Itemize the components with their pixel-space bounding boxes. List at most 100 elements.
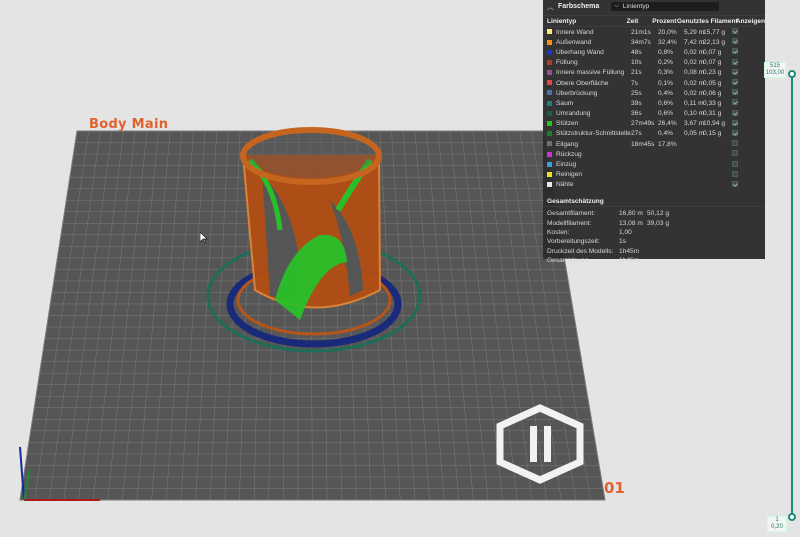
weight-cell: 0,23 g [703,69,722,77]
summary-value: 16,80 m [619,210,643,218]
summary-row: Modellfilament: 13,08 m 39,03 g [543,218,765,227]
checkbox-icon[interactable] [732,89,738,96]
checkbox-icon[interactable] [732,99,738,106]
table-row: Überbrückung 25s 0,4% 0,02 m 0,06 g [543,88,765,98]
table-row: Außenwand 34m7s 32,4% 7,42 m 22,13 g [543,37,765,47]
summary-label: Vorbereitungszeit: [547,238,600,246]
line-type-cell: Innere massive Füllung [543,69,631,76]
weight-cell: 0,07 g [703,59,722,67]
summary-value: 1h45m [619,257,640,265]
color-scheme-select[interactable]: ⌵ Linientyp [611,2,720,11]
layer-slider-top-handle[interactable] [788,70,796,78]
display-toggle[interactable] [725,68,745,77]
checkbox-icon[interactable] [732,119,738,126]
percent-cell: 20,0% [658,28,677,36]
percent-cell: 0,6% [658,110,674,118]
display-toggle[interactable] [725,129,745,138]
checkbox-icon[interactable] [732,79,738,86]
percent-cell: 0,8% [658,48,674,56]
checkbox-icon[interactable] [732,150,738,157]
checkbox-icon[interactable] [732,68,738,75]
layer-slider-track[interactable] [791,74,793,520]
weight-cell: 0,07 g [703,48,722,56]
summary-label: Modellfilament: [547,219,592,227]
line-type-name: Überbrückung [556,89,598,97]
checkbox-icon[interactable] [732,38,738,45]
header-display: Anzeigen [735,17,765,25]
checkbox-icon[interactable] [732,58,738,65]
collapse-chevron-icon[interactable]: ︿ [547,2,554,12]
table-row: Nähte [543,180,765,190]
color-swatch [547,182,552,188]
display-toggle[interactable] [725,28,745,36]
selected-scheme: Linientyp [622,3,650,10]
model-body [240,127,382,320]
weight-cell: 10,94 g [703,120,725,128]
checkbox-icon[interactable] [732,140,738,147]
display-toggle[interactable] [725,79,745,87]
display-toggle[interactable] [725,140,745,148]
table-row: Stützstruktur-Schnittstelle 27s 0,4% 0,05 m… [543,129,765,139]
panel-title: Farbschema [558,3,600,10]
display-toggle[interactable] [725,109,745,118]
summary-row: Gesamtdauer: 1h45m [543,256,765,265]
checkbox-icon[interactable] [732,109,738,116]
display-toggle[interactable] [725,38,745,46]
weight-cell: 0,31 g [703,110,722,118]
line-type-name: Rückzug [556,150,582,158]
weight-cell: 0,15 g [703,130,722,138]
display-toggle[interactable] [725,150,745,158]
plate-number: 01 [604,479,625,497]
length-cell: 7,42 m [684,38,705,46]
time-cell: 36s [631,110,642,118]
display-toggle[interactable] [725,160,745,169]
line-type-name: Nähte [556,181,574,189]
color-swatch [547,110,552,116]
display-toggle[interactable] [725,48,745,56]
display-toggle[interactable] [725,58,745,67]
header-used-filament: Genutztes Filament [676,17,738,25]
checkbox-icon[interactable] [732,129,738,136]
display-toggle[interactable] [725,89,745,97]
length-cell: 0,02 m [684,48,705,56]
display-toggle[interactable] [725,119,745,128]
color-swatch [547,151,552,157]
display-toggle[interactable] [725,170,745,179]
color-swatch [547,161,552,167]
length-cell: 0,11 m [684,99,704,107]
weight-cell: 0,05 g [703,79,722,87]
summary-label: Gesamtfilament: [547,210,596,218]
summary-row: Druckzeit des Modells: 1h45m [543,247,765,256]
length-cell: 3,67 m [684,120,705,128]
summary-value: 1,00 [619,228,632,236]
checkbox-icon[interactable] [732,28,738,35]
checkbox-icon[interactable] [732,170,738,177]
time-cell: 39s [631,99,642,107]
checkbox-icon[interactable] [732,48,738,55]
header-line-type: Linientyp [547,17,577,25]
table-row: Einzug [543,159,765,169]
line-type-cell: Umrandung [543,110,631,117]
time-cell: 27m49s [631,120,655,128]
line-type-cell: Nähte [543,181,631,188]
summary-list: Gesamtfilament: 16,80 m 50,12 g Modellfilam… [543,207,765,265]
length-cell: 0,10 m [684,110,705,118]
weight-cell: 0,33 g [703,99,722,107]
layer-slider-bottom-handle[interactable] [788,513,796,521]
percent-cell: 0,6% [658,99,674,107]
length-cell: 0,05 m [684,130,705,138]
color-swatch [547,59,552,65]
mouse-cursor-icon [200,232,208,244]
summary-value-secondary: 50,12 g [647,210,669,218]
display-toggle[interactable] [725,180,745,189]
display-toggle[interactable] [725,99,745,107]
color-swatch [547,100,552,106]
top-layer-number: 515 [769,63,780,69]
line-type-table: Innere Wand 21m1s 20,0% 5,29 m 15,77 g Außenw… [543,27,765,190]
checkbox-icon[interactable] [732,160,738,167]
table-row: Eilgang 18m45s 17,8% [543,139,765,149]
time-cell: 18m45s [631,140,655,148]
time-cell: 48s [631,48,642,56]
summary-row: Kosten: 1,00 [543,228,765,237]
checkbox-icon[interactable] [732,180,738,187]
